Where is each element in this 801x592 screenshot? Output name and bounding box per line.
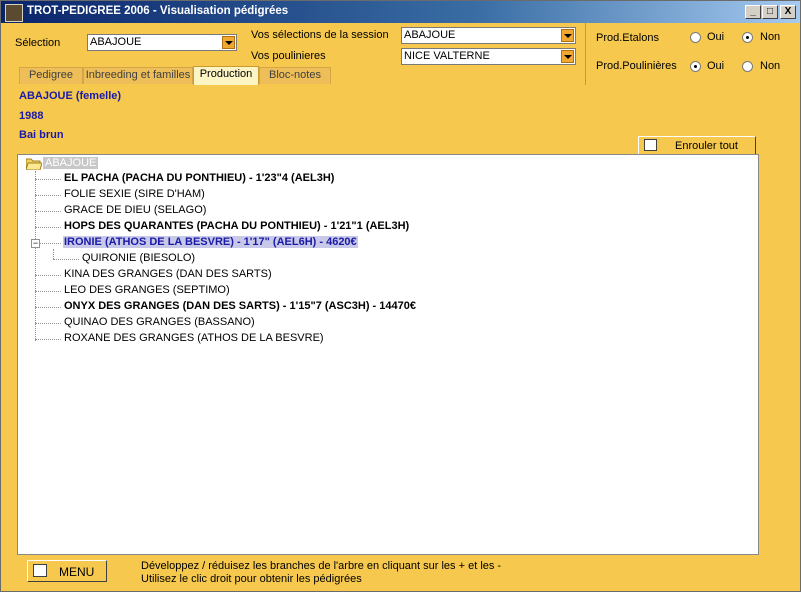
tree-line <box>35 171 36 341</box>
session-dropdown[interactable]: ABAJOUE <box>401 27 576 44</box>
maximize-button[interactable]: □ <box>762 5 778 19</box>
session-value: ABAJOUE <box>404 29 456 41</box>
selection-value: ABAJOUE <box>90 36 142 48</box>
tree-node[interactable]: ONYX DES GRANGES (DAN DES SARTS) - 1'15"… <box>64 300 416 312</box>
close-button[interactable]: X <box>780 5 796 19</box>
main-window: TROT-PEDIGREE 2006 - Visualisation pédig… <box>0 0 801 592</box>
poulinieres-label: Vos poulinieres <box>251 50 326 62</box>
prod-poulinieres-non-radio[interactable] <box>742 61 753 72</box>
tree-line <box>53 249 54 259</box>
help-text-line2: Utilisez le clic droit pour obtenir les … <box>141 573 362 585</box>
tree-branch <box>35 291 61 292</box>
prod-etalons-oui-radio[interactable] <box>690 32 701 43</box>
tab-production[interactable]: Production <box>193 66 259 85</box>
collapse-minus-icon[interactable]: − <box>31 239 40 248</box>
tree-branch <box>53 259 79 260</box>
tree-node[interactable]: ROXANE DES GRANGES (ATHOS DE LA BESVRE) <box>64 332 324 344</box>
tree-root[interactable]: ABAJOUE <box>43 157 99 169</box>
tree-node[interactable]: LEO DES GRANGES (SEPTIMO) <box>64 284 230 296</box>
help-text-line1: Développez / réduisez les branches de l'… <box>141 560 502 572</box>
prod-poulinieres-oui-label: Oui <box>707 60 725 72</box>
menu-button-label: MENU <box>59 565 95 579</box>
tree-node[interactable]: QUINAO DES GRANGES (BASSANO) <box>64 316 255 328</box>
prod-etalons-non-radio[interactable] <box>742 32 753 43</box>
tree-branch <box>40 243 61 244</box>
prod-etalons-non-label: Non <box>760 31 781 43</box>
tree-branch <box>35 323 61 324</box>
tree-node[interactable]: GRACE DE DIEU (SELAGO) <box>64 204 206 216</box>
enrouler-tout-button[interactable]: Enrouler tout <box>638 136 756 155</box>
selection-label: Sélection <box>15 37 61 49</box>
title-bar[interactable]: TROT-PEDIGREE 2006 - Visualisation pédig… <box>1 1 800 23</box>
tree-node[interactable]: HOPS DES QUARANTES (PACHA DU PONTHIEU) -… <box>64 220 409 232</box>
prod-poulinieres-non-label: Non <box>760 60 781 72</box>
tree-branch <box>35 211 61 212</box>
tree-node-child[interactable]: QUIRONIE (BIESOLO) <box>82 252 195 264</box>
horse-logo-icon <box>5 4 23 22</box>
prod-poulinieres-label: Prod.Poulinières <box>596 60 677 72</box>
tree-branch <box>35 195 61 196</box>
session-label: Vos sélections de la session <box>251 29 389 41</box>
tree-branch <box>35 307 61 308</box>
tab-bloc-notes[interactable]: Bloc-notes <box>259 67 331 84</box>
selection-dropdown[interactable]: ABAJOUE <box>87 34 237 51</box>
production-options-panel: Prod.Etalons Oui Non Prod.Poulinières Ou… <box>585 23 801 85</box>
tab-pedigree[interactable]: Pedigree <box>19 67 83 84</box>
window-title: TROT-PEDIGREE 2006 - Visualisation pédig… <box>27 5 289 17</box>
menu-button[interactable]: MENU <box>27 560 107 582</box>
chevron-down-icon[interactable] <box>561 50 574 63</box>
tree-node-selected[interactable]: IRONIE (ATHOS DE LA BESVRE) - 1'17" (AEL… <box>63 236 358 248</box>
prod-etalons-label: Prod.Etalons <box>596 32 659 44</box>
tree-collapse-icon <box>644 139 657 151</box>
tree-branch <box>35 339 61 340</box>
enrouler-tout-label: Enrouler tout <box>675 140 738 152</box>
tree-node[interactable]: FOLIE SEXIE (SIRE D'HAM) <box>64 188 205 200</box>
horse-coat: Bai brun <box>19 129 64 141</box>
production-tree[interactable]: ABAJOUE EL PACHA (PACHA DU PONTHIEU) - 1… <box>17 154 759 555</box>
tree-branch <box>35 275 61 276</box>
chevron-down-icon[interactable] <box>222 36 235 49</box>
poulinieres-dropdown[interactable]: NICE VALTERNE <box>401 48 576 65</box>
tree-branch <box>35 227 61 228</box>
horse-name: ABAJOUE (femelle) <box>19 90 122 102</box>
poulinieres-value: NICE VALTERNE <box>404 50 490 62</box>
menu-icon <box>33 564 47 577</box>
prod-etalons-oui-label: Oui <box>707 31 725 43</box>
horse-year: 1988 <box>19 110 44 122</box>
prod-poulinieres-oui-radio[interactable] <box>690 61 701 72</box>
folder-open-icon <box>26 158 42 170</box>
minimize-button[interactable]: _ <box>745 5 761 19</box>
chevron-down-icon[interactable] <box>561 29 574 42</box>
tab-inbreeding[interactable]: Inbreeding et familles <box>83 67 193 84</box>
tree-node[interactable]: KINA DES GRANGES (DAN DES SARTS) <box>64 268 272 280</box>
tree-branch <box>35 179 61 180</box>
tree-node[interactable]: EL PACHA (PACHA DU PONTHIEU) - 1'23"4 (A… <box>64 172 334 184</box>
